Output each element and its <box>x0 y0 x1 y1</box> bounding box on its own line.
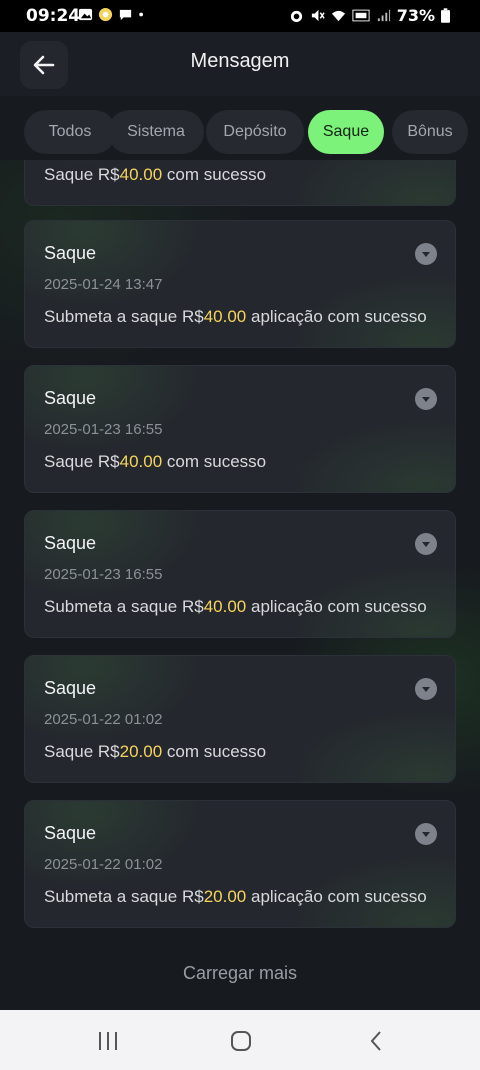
system-back-button[interactable] <box>362 1026 392 1056</box>
message-list: Saque R$40.00 com sucesso Saque 2025-01-… <box>0 160 480 1010</box>
message-date: 2025-01-23 16:55 <box>44 421 163 438</box>
status-right-icons: 73% <box>289 6 450 25</box>
chat-icon <box>119 9 132 21</box>
message-text: Submeta a saque R$40.00 aplicação com su… <box>44 307 427 326</box>
message-text: Saque R$40.00 com sucesso <box>44 165 267 184</box>
load-more-button[interactable]: Carregar mais <box>0 963 480 984</box>
tab-bonus[interactable]: Bônus <box>392 110 468 154</box>
status-bar: 09:24 73% <box>0 0 480 32</box>
message-card-partial[interactable]: Saque R$40.00 com sucesso <box>24 160 456 206</box>
message-text: Submeta a saque R$20.00 aplicação com su… <box>44 887 427 906</box>
category-tabs: Todos Sistema Depósito Saque Bônus <box>0 104 480 160</box>
dot-icon <box>139 12 143 17</box>
recent-apps-button[interactable] <box>93 1026 123 1056</box>
tab-sistema[interactable]: Sistema <box>108 110 204 154</box>
message-text: Saque R$40.00 com sucesso <box>44 452 267 471</box>
chevron-down-icon <box>422 542 430 547</box>
message-card[interactable]: Saque 2025-01-23 16:55 Submeta a saque R… <box>24 510 456 638</box>
expand-toggle[interactable] <box>415 823 437 845</box>
status-left-icons <box>78 7 148 22</box>
message-date: 2025-01-22 01:02 <box>44 711 163 728</box>
page-title: Mensagem <box>190 50 290 72</box>
message-card[interactable]: Saque 2025-01-23 16:55 Saque R$40.00 com… <box>24 365 456 493</box>
system-nav-bar <box>0 1010 480 1070</box>
app-header: Mensagem <box>0 32 480 96</box>
battery-percent: 73% <box>396 6 435 25</box>
message-card[interactable]: Saque 2025-01-24 13:47 Submeta a saque R… <box>24 220 456 348</box>
tab-saque[interactable]: Saque <box>308 110 384 154</box>
message-title: Saque <box>44 243 97 263</box>
chevron-left-icon <box>370 1031 381 1051</box>
chevron-down-icon <box>422 252 430 257</box>
alarm-icon <box>290 10 302 23</box>
message-text: Saque R$20.00 com sucesso <box>44 742 267 761</box>
message-title: Saque <box>44 388 97 408</box>
expand-toggle[interactable] <box>415 533 437 555</box>
expand-toggle[interactable] <box>415 388 437 410</box>
expand-toggle[interactable] <box>415 243 437 265</box>
message-text: Submeta a saque R$40.00 aplicação com su… <box>44 597 427 616</box>
recent-apps-icon <box>99 1032 117 1050</box>
chevron-down-icon <box>422 397 430 402</box>
message-title: Saque <box>44 678 97 698</box>
wifi-icon <box>331 10 345 22</box>
volte-icon <box>352 9 370 22</box>
expand-toggle[interactable] <box>415 678 437 700</box>
message-title: Saque <box>44 533 97 553</box>
signal-icon <box>377 9 390 22</box>
chevron-down-icon <box>422 832 430 837</box>
message-card[interactable]: Saque 2025-01-22 01:02 Submeta a saque R… <box>24 800 456 928</box>
message-date: 2025-01-24 13:47 <box>44 276 163 293</box>
tab-deposito[interactable]: Depósito <box>206 110 304 154</box>
message-card[interactable]: Saque 2025-01-22 01:02 Saque R$20.00 com… <box>24 655 456 783</box>
home-icon <box>231 1031 251 1051</box>
battery-icon <box>441 8 450 23</box>
mute-icon <box>311 9 325 22</box>
tab-todos[interactable]: Todos <box>24 110 116 154</box>
chevron-down-icon <box>422 687 430 692</box>
status-time: 09:24 <box>26 6 81 26</box>
message-title: Saque <box>44 823 97 843</box>
home-button[interactable] <box>226 1026 256 1056</box>
message-date: 2025-01-23 16:55 <box>44 566 163 583</box>
image-icon <box>78 8 93 21</box>
coin-icon <box>98 7 113 22</box>
message-date: 2025-01-22 01:02 <box>44 856 163 873</box>
